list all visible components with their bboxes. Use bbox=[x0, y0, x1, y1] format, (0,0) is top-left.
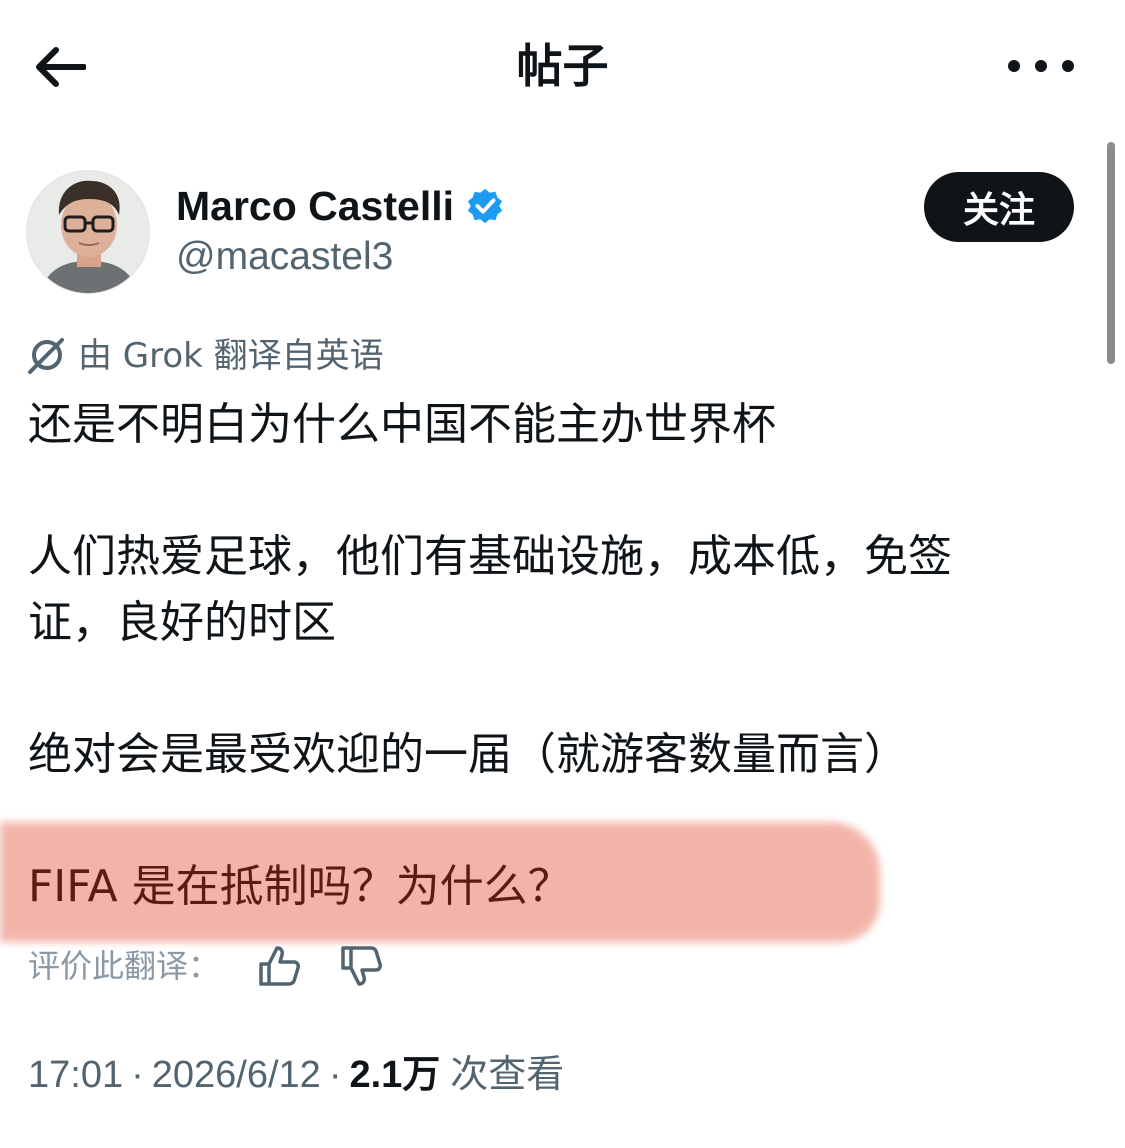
thumbs-down-icon bbox=[341, 946, 383, 986]
follow-button[interactable]: 关注 bbox=[924, 172, 1074, 242]
post-time[interactable]: 17:01 bbox=[28, 1050, 123, 1100]
author-name[interactable]: Marco Castelli bbox=[176, 180, 454, 232]
more-dot bbox=[1062, 60, 1074, 72]
post-paragraph-2-line-1: 人们热爱足球，他们有基础设施，成本低，免签 bbox=[28, 531, 952, 582]
avatar-image bbox=[27, 171, 149, 293]
meta-separator: · bbox=[131, 1054, 144, 1096]
author-name-row[interactable]: Marco Castelli bbox=[176, 180, 504, 232]
post-paragraph-3: 绝对会是最受欢迎的一届（就游客数量而言） bbox=[28, 729, 908, 780]
post-paragraph-1: 还是不明白为什么中国不能主办世界杯 bbox=[28, 399, 776, 450]
more-horizontal-icon bbox=[1008, 60, 1020, 72]
post-paragraph-2-line-2: 证，良好的时区 bbox=[28, 597, 336, 648]
page-title: 帖子 bbox=[516, 39, 609, 93]
more-dot bbox=[1035, 60, 1047, 72]
thumbs-up-button[interactable] bbox=[256, 943, 302, 989]
verified-badge-icon bbox=[467, 188, 503, 224]
post-paragraph-4: FIFA 是在抵制吗？为什么？ bbox=[28, 861, 572, 912]
avatar[interactable] bbox=[26, 170, 150, 294]
views-count[interactable]: 2.1万 bbox=[349, 1050, 440, 1100]
post-date[interactable]: 2026/6/12 bbox=[152, 1050, 321, 1100]
grok-icon bbox=[28, 338, 64, 374]
author-handle[interactable]: @macastel3 bbox=[176, 232, 393, 282]
thumbs-up-icon bbox=[259, 946, 301, 986]
rate-translation-label: 评价此翻译： bbox=[28, 947, 221, 985]
translation-notice-text: 由 Grok 翻译自英语 bbox=[78, 336, 384, 376]
meta-separator: · bbox=[328, 1054, 342, 1096]
top-bar: 帖子 bbox=[0, 0, 1125, 130]
rate-translation-row: 评价此翻译： bbox=[28, 940, 384, 992]
more-options-button[interactable] bbox=[1008, 50, 1074, 82]
scrollbar[interactable] bbox=[1107, 142, 1115, 364]
views-label[interactable]: 次查看 bbox=[450, 1050, 564, 1100]
thumbs-down-button[interactable] bbox=[338, 943, 384, 989]
post-paragraph-2: 人们热爱足球，他们有基础设施，成本低，免签 证，良好的时区 bbox=[28, 524, 952, 656]
post-meta: 17:01 · 2026/6/12 · 2.1万 次查看 bbox=[28, 1050, 564, 1100]
translation-notice: 由 Grok 翻译自英语 bbox=[26, 334, 384, 378]
